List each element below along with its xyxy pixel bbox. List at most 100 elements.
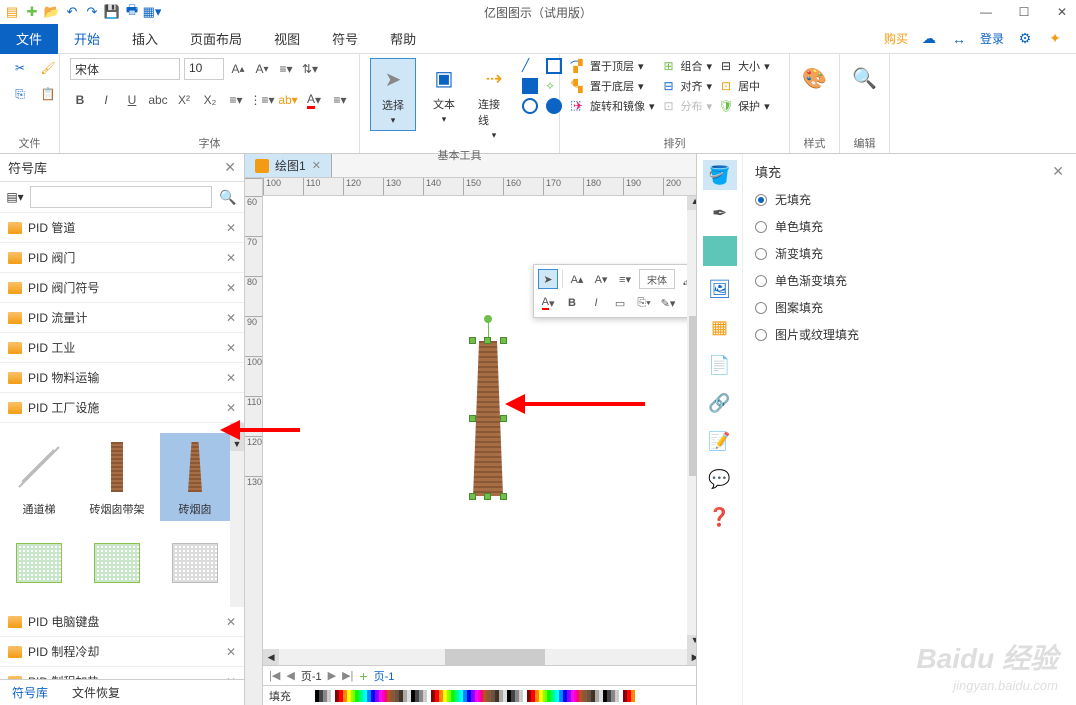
color-strip[interactable] [315, 690, 635, 702]
qat-open-icon[interactable]: 📂 [44, 4, 60, 20]
font-size-select[interactable]: 10 [184, 58, 224, 80]
send-back-button[interactable]: ▚置于底层▾ [570, 78, 655, 94]
resize-handle-nw[interactable] [469, 337, 476, 344]
layer-tab-icon[interactable]: ▦ [703, 312, 737, 342]
center-button[interactable]: ⊡居中 [718, 78, 770, 94]
fill-opt-gradient[interactable]: 渐变填充 [755, 245, 1064, 262]
format-painter-button[interactable]: 🖌 [38, 58, 58, 78]
qat-save-icon[interactable]: 💾 [104, 4, 120, 20]
scroll-up[interactable]: ▲ [230, 423, 244, 437]
chimney-shape[interactable] [473, 341, 503, 496]
color-tab-icon[interactable] [703, 236, 737, 266]
qat-new-icon[interactable]: ✚ [24, 4, 40, 20]
subscript-button[interactable]: X₂ [200, 90, 220, 110]
symbol-ladder[interactable]: 通道梯 [4, 433, 74, 521]
symbol-grid3[interactable] [160, 529, 230, 597]
decrease-font-button[interactable]: A▾ [252, 59, 272, 79]
copy-button[interactable]: ⎘ [10, 84, 30, 104]
symbol-chimney[interactable]: 砖烟囱 [160, 433, 230, 521]
underline-button[interactable]: U [122, 90, 142, 110]
note-tab-icon[interactable]: 📝 [703, 426, 737, 456]
qat-menu-icon[interactable]: ▤ [4, 4, 20, 20]
fill-opt-none[interactable]: 无填充 [755, 191, 1064, 208]
text-tool[interactable]: ▣ 文本 ▾ [422, 58, 466, 129]
page-tab-active[interactable]: 页-1 [374, 668, 395, 684]
style-button[interactable]: 🎨 [793, 58, 837, 98]
panel-tab-symbols[interactable]: 符号库 [0, 680, 60, 705]
doc-tab-close[interactable]: ✕ [312, 159, 321, 172]
distribute-button[interactable]: ⊡分布▾ [661, 98, 713, 114]
menu-layout[interactable]: 页面布局 [174, 24, 258, 54]
cat-item[interactable]: PID 制程冷却✕ [0, 637, 244, 667]
qat-print-icon[interactable]: 🖶 [124, 4, 140, 20]
ft-fontcolor[interactable]: A▾ [538, 293, 558, 313]
image-tab-icon[interactable]: 🖼 [703, 274, 737, 304]
fill-opt-solid[interactable]: 单色填充 [755, 218, 1064, 235]
resize-handle-n[interactable] [484, 337, 491, 344]
menu-help[interactable]: 帮助 [374, 24, 432, 54]
menu-start[interactable]: 开始 [58, 24, 116, 54]
panel-tab-recovery[interactable]: 文件恢复 [60, 680, 132, 705]
symbol-search-input[interactable] [30, 186, 212, 208]
maximize-button[interactable]: ☐ [1014, 4, 1034, 20]
comment-tab-icon[interactable]: 💬 [703, 464, 737, 494]
ft-align[interactable]: ≡▾ [615, 269, 635, 289]
symbol-chimney-rack[interactable]: 砖烟囱带架 [82, 433, 152, 521]
buy-link[interactable]: 购买 [884, 30, 908, 47]
resize-handle-e[interactable] [500, 415, 507, 422]
minimize-button[interactable]: — [976, 4, 996, 20]
page-last[interactable]: ▶| [342, 669, 353, 682]
ft-copy[interactable]: ⎘▾ [634, 293, 654, 313]
page-tab-icon[interactable]: 📄 [703, 350, 737, 380]
fill-tab-icon[interactable]: 🪣 [703, 160, 737, 190]
close-button[interactable]: ✕ [1052, 4, 1072, 20]
resize-handle-s[interactable] [484, 493, 491, 500]
menu-insert[interactable]: 插入 [116, 24, 174, 54]
share-icon[interactable]: ↔ [950, 30, 968, 48]
italic-button[interactable]: I [96, 90, 116, 110]
hscroll[interactable]: ◀ ▶ [263, 649, 696, 665]
rotate-button[interactable]: ✈旋转和镜像▾ [570, 98, 655, 114]
cat-item[interactable]: PID 阀门✕ [0, 243, 244, 273]
increase-font-button[interactable]: A▴ [228, 59, 248, 79]
search-button[interactable]: 🔍 [216, 186, 240, 208]
qat-redo-icon[interactable]: ↷ [84, 4, 100, 20]
login-link[interactable]: 登录 [980, 30, 1004, 47]
fill-opt-texture[interactable]: 图片或纹理填充 [755, 326, 1064, 343]
rect-fill-shape[interactable] [522, 78, 538, 94]
size-button[interactable]: ⊟大小▾ [718, 58, 770, 74]
help-tab-icon[interactable]: ❓ [703, 502, 737, 532]
ft-font[interactable]: 宋体 [639, 269, 675, 289]
file-menu[interactable]: 文件 [0, 24, 58, 54]
protect-button[interactable]: 🛡保护▾ [718, 98, 770, 114]
ft-inc[interactable]: A▴ [567, 269, 587, 289]
sym-panel-close[interactable]: ✕ [224, 159, 236, 176]
qat-undo-icon[interactable]: ↶ [64, 4, 80, 20]
cat-item[interactable]: PID 工厂设施✕ [0, 393, 244, 423]
scroll-down[interactable]: ▼ [230, 437, 244, 451]
ft-pointer[interactable]: ➤ [538, 269, 558, 289]
bring-front-button[interactable]: ▞置于顶层▾ [570, 58, 655, 74]
bullets-button[interactable]: ≡▾ [276, 59, 296, 79]
cut-button[interactable]: ✂ [10, 58, 30, 78]
font-color-button[interactable]: A▾ [304, 90, 324, 110]
canvas[interactable]: ➤ A▴ A▾ ≡▾ 宋体 🖌 A▾ B I [263, 196, 696, 649]
cat-item[interactable]: PID 阀门符号✕ [0, 273, 244, 303]
page-tab[interactable]: 页-1 [301, 668, 322, 684]
resize-handle-se[interactable] [500, 493, 507, 500]
group-button[interactable]: ⊞组合▾ [661, 58, 713, 74]
align-button2[interactable]: ⊟对齐▾ [661, 78, 713, 94]
ft-rect[interactable]: ▭ [610, 293, 630, 313]
superscript-button[interactable]: X² [174, 90, 194, 110]
font-family-select[interactable]: 宋体 [70, 58, 180, 80]
fill-panel-close[interactable]: ✕ [1052, 163, 1064, 180]
numbering-button[interactable]: ≡▾ [226, 90, 246, 110]
cat-item[interactable]: PID 流量计✕ [0, 303, 244, 333]
ft-dec[interactable]: A▾ [591, 269, 611, 289]
menu-symbol[interactable]: 符号 [316, 24, 374, 54]
bold-button[interactable]: B [70, 90, 90, 110]
resize-handle-ne[interactable] [500, 337, 507, 344]
filter-button[interactable]: ▤▾ [4, 186, 26, 208]
cat-item[interactable]: PID 管道✕ [0, 213, 244, 243]
line-tab-icon[interactable]: ✒ [703, 198, 737, 228]
